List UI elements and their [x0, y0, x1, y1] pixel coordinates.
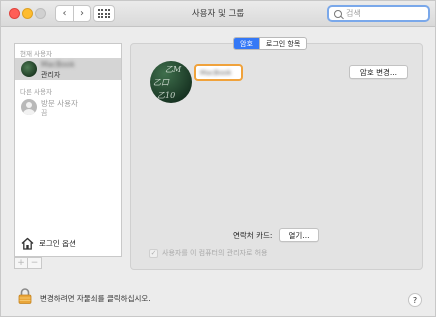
- tab-password[interactable]: 암호: [234, 38, 259, 49]
- users-list: 현재 사용자 MacBook 관리자 다른 사용자 방문 사용자 끔 로그인 옵…: [14, 43, 122, 257]
- guest-avatar-icon: [21, 99, 37, 115]
- tab-login-items[interactable]: 로그인 항목: [258, 38, 306, 49]
- segmented-tabs: 암호 로그인 항목: [233, 37, 308, 50]
- chalk-text: 乙M: [165, 65, 182, 74]
- current-user-header: 현재 사용자: [20, 50, 52, 58]
- checkmark-icon: ✓: [150, 249, 157, 257]
- user-picture[interactable]: 乙M 乙口 乙10: [150, 61, 192, 103]
- user-status: 끔: [41, 109, 48, 117]
- search-field[interactable]: [327, 5, 430, 22]
- admin-checkbox[interactable]: ✓: [149, 248, 158, 258]
- full-name-value: MacBook: [200, 68, 232, 77]
- admin-checkbox-row: ✓ 사용자를 이 컴퓨터의 관리자로 허용: [149, 248, 268, 258]
- change-password-button[interactable]: 암호 변경...: [349, 65, 408, 79]
- add-user-button[interactable]: +: [14, 257, 28, 269]
- full-name-field[interactable]: MacBook: [194, 64, 243, 81]
- user-row-current[interactable]: MacBook 관리자: [15, 58, 121, 80]
- remove-user-button[interactable]: −: [28, 257, 42, 269]
- add-remove-control: + −: [14, 257, 42, 269]
- user-name: MacBook: [41, 60, 75, 69]
- search-input[interactable]: [346, 9, 426, 18]
- help-button[interactable]: ?: [408, 293, 422, 307]
- avatar: [21, 61, 37, 77]
- user-row-guest[interactable]: 방문 사용자 끔: [15, 96, 121, 118]
- chalk-text: 乙口: [153, 78, 169, 87]
- open-contact-button[interactable]: 열기...: [279, 228, 319, 242]
- house-icon: [21, 237, 34, 250]
- search-icon: [334, 9, 342, 18]
- admin-checkbox-label: 사용자를 이 컴퓨터의 관리자로 허용: [162, 249, 268, 257]
- toolbar: ‹ › 사용자 및 그룹: [1, 1, 435, 27]
- lock-icon[interactable]: [18, 288, 32, 304]
- login-options-label: 로그인 옵션: [39, 238, 76, 248]
- lock-hint-text: 변경하려면 자물쇠를 클릭하십시오.: [40, 294, 151, 303]
- preferences-window: ‹ › 사용자 및 그룹 현재 사용자 MacBook 관리자 다른 사용자: [0, 0, 436, 317]
- user-role: 관리자: [41, 71, 61, 79]
- login-options-item[interactable]: 로그인 옵션: [15, 232, 121, 254]
- chalk-text: 乙10: [157, 91, 176, 100]
- other-users-header: 다른 사용자: [20, 88, 52, 96]
- contact-card-label: 연락처 카드:: [233, 231, 273, 240]
